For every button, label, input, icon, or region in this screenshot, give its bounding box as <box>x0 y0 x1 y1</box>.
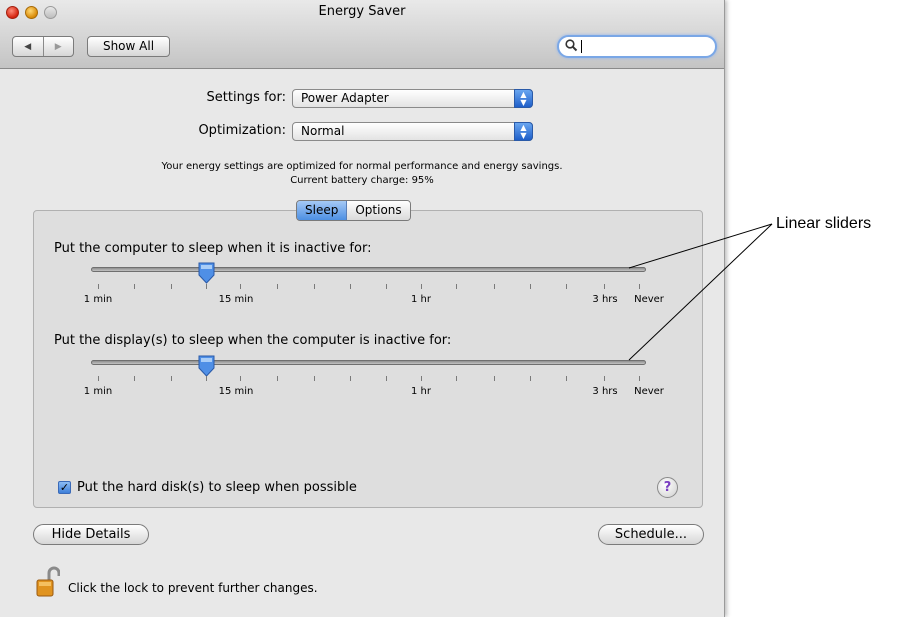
annotation-linear-sliders: Linear sliders <box>776 215 872 232</box>
annotation-leader-lines <box>628 223 773 361</box>
